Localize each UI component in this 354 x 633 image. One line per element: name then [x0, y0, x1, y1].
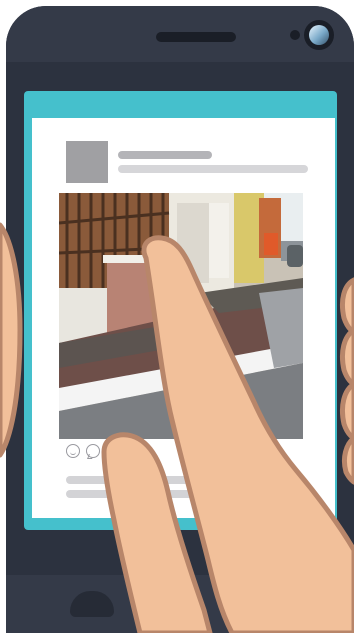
smartphone	[6, 6, 354, 633]
proximity-sensor	[290, 30, 300, 40]
home-button[interactable]	[70, 591, 114, 617]
phone-screen[interactable]	[24, 91, 337, 530]
camera-lens	[309, 25, 329, 45]
caption-placeholder-line	[66, 490, 246, 498]
username-placeholder	[118, 151, 212, 159]
social-post-card[interactable]	[32, 118, 335, 518]
speaker-grille	[156, 32, 236, 42]
phone-top-bezel	[6, 6, 354, 62]
phone-bottom-bezel	[6, 575, 354, 633]
front-camera-icon	[304, 20, 334, 50]
post-photo[interactable]	[59, 193, 303, 439]
comment-icon[interactable]	[86, 444, 100, 458]
smile-icon[interactable]	[66, 444, 80, 458]
caption-placeholder-line	[66, 476, 258, 484]
street-photo-image	[59, 193, 303, 439]
heart-icon[interactable]	[106, 444, 122, 459]
post-meta-placeholder	[118, 165, 308, 173]
illustration-scene	[0, 0, 354, 633]
avatar[interactable]	[66, 141, 108, 183]
